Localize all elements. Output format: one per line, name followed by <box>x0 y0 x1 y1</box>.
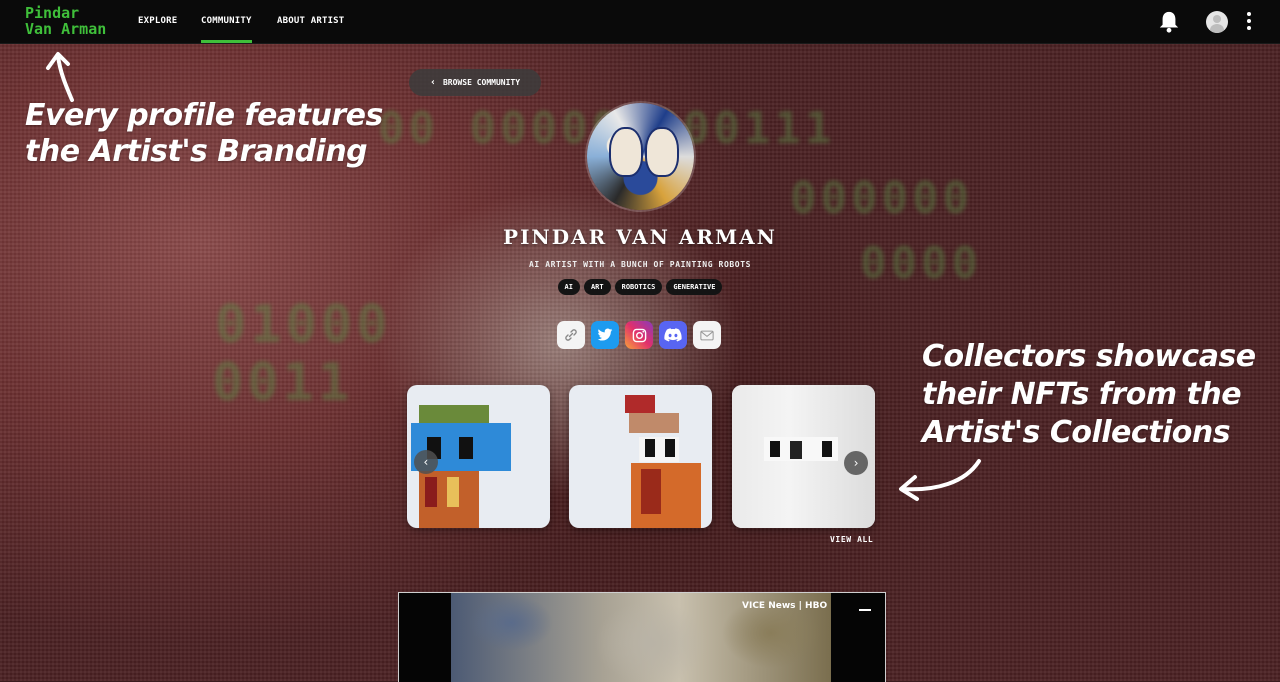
video-logo: VICE News | HBO <box>742 601 828 611</box>
annotation-arrow-left-icon <box>899 459 981 501</box>
nft-pixel-block <box>770 441 780 457</box>
nft-pixel-block <box>625 395 655 413</box>
chevron-left-icon: ‹ <box>429 77 436 88</box>
tag-generative[interactable]: GENERATIVE <box>666 279 723 295</box>
nav-link-about-artist[interactable]: ABOUT ARTIST <box>277 16 344 26</box>
discord-icon[interactable] <box>659 321 687 349</box>
chevron-right-icon: › <box>852 456 860 470</box>
minimize-icon[interactable] <box>859 609 871 611</box>
artist-name: PINDAR VAN ARMAN <box>503 225 777 249</box>
brand-logo[interactable]: Pindar Van Arman <box>25 5 106 37</box>
brand-line-2: Van Arman <box>25 20 107 38</box>
nft-pixel-block <box>645 439 655 457</box>
nft-pixel-block <box>425 477 437 507</box>
background-binary-text: 01000 <box>215 295 392 355</box>
tag-robotics[interactable]: ROBOTICS <box>614 279 663 295</box>
video-player[interactable]: VICE News | HBO <box>398 592 886 682</box>
annotation-collectors-line: their NFTs from the <box>922 377 1242 412</box>
nft-pixel-block <box>822 441 832 457</box>
background-binary-text: 0011 <box>212 353 354 413</box>
bell-icon[interactable] <box>1158 10 1180 34</box>
carousel-next-button[interactable]: › <box>844 451 868 475</box>
tag-art[interactable]: ART <box>583 279 611 295</box>
annotation-collectors-line: Collectors showcase <box>922 339 1256 374</box>
browse-community-button[interactable]: ‹ BROWSE COMMUNITY <box>409 69 541 96</box>
nav-link-explore[interactable]: EXPLORE <box>138 16 177 26</box>
annotation-branding: Every profile features the Artist's Bran… <box>25 98 383 170</box>
nft-pixel-block <box>447 477 459 507</box>
chevron-left-icon: ‹ <box>422 455 430 469</box>
background-binary-text: 000000 <box>790 173 973 224</box>
annotation-arrow-up-icon <box>46 52 74 102</box>
nft-pixel-block <box>641 469 661 514</box>
annotation-collectors-line: Artist's Collections <box>922 415 1231 450</box>
portrait-face <box>609 127 643 177</box>
mail-icon[interactable] <box>693 321 721 349</box>
nft-pixel-block <box>459 437 473 459</box>
carousel-prev-button[interactable]: ‹ <box>414 450 438 474</box>
browse-community-label: BROWSE COMMUNITY <box>442 78 521 87</box>
nav-link-community[interactable]: COMMUNITY <box>201 16 252 43</box>
nft-pixel-block <box>419 405 489 423</box>
view-all-link[interactable]: VIEW ALL <box>830 535 873 544</box>
artist-tags: AI ART ROBOTICS GENERATIVE <box>0 279 1280 295</box>
nft-card[interactable] <box>569 385 712 528</box>
annotation-collectors: Collectors showcase their NFTs from the … <box>922 338 1256 452</box>
twitter-icon[interactable] <box>591 321 619 349</box>
annotation-branding-line: Every profile features <box>25 98 383 133</box>
instagram-icon[interactable] <box>625 321 653 349</box>
artist-tagline: AI ARTIST WITH A BUNCH OF PAINTING ROBOT… <box>528 260 752 269</box>
link-icon[interactable] <box>557 321 585 349</box>
top-navigation-bar: Pindar Van Arman EXPLORE COMMUNITY ABOUT… <box>0 0 1280 44</box>
artist-profile-picture <box>587 103 694 210</box>
nft-pixel-block <box>790 441 802 459</box>
social-links <box>557 321 721 349</box>
more-vertical-icon[interactable] <box>1243 12 1255 32</box>
tag-ai[interactable]: AI <box>557 279 580 295</box>
portrait-face <box>645 127 679 177</box>
nft-pixel-block <box>665 439 675 457</box>
annotation-branding-line: the Artist's Branding <box>25 134 368 169</box>
brand-line-1: Pindar <box>25 4 80 22</box>
user-avatar-icon[interactable] <box>1206 11 1228 33</box>
nft-pixel-block <box>629 413 679 433</box>
